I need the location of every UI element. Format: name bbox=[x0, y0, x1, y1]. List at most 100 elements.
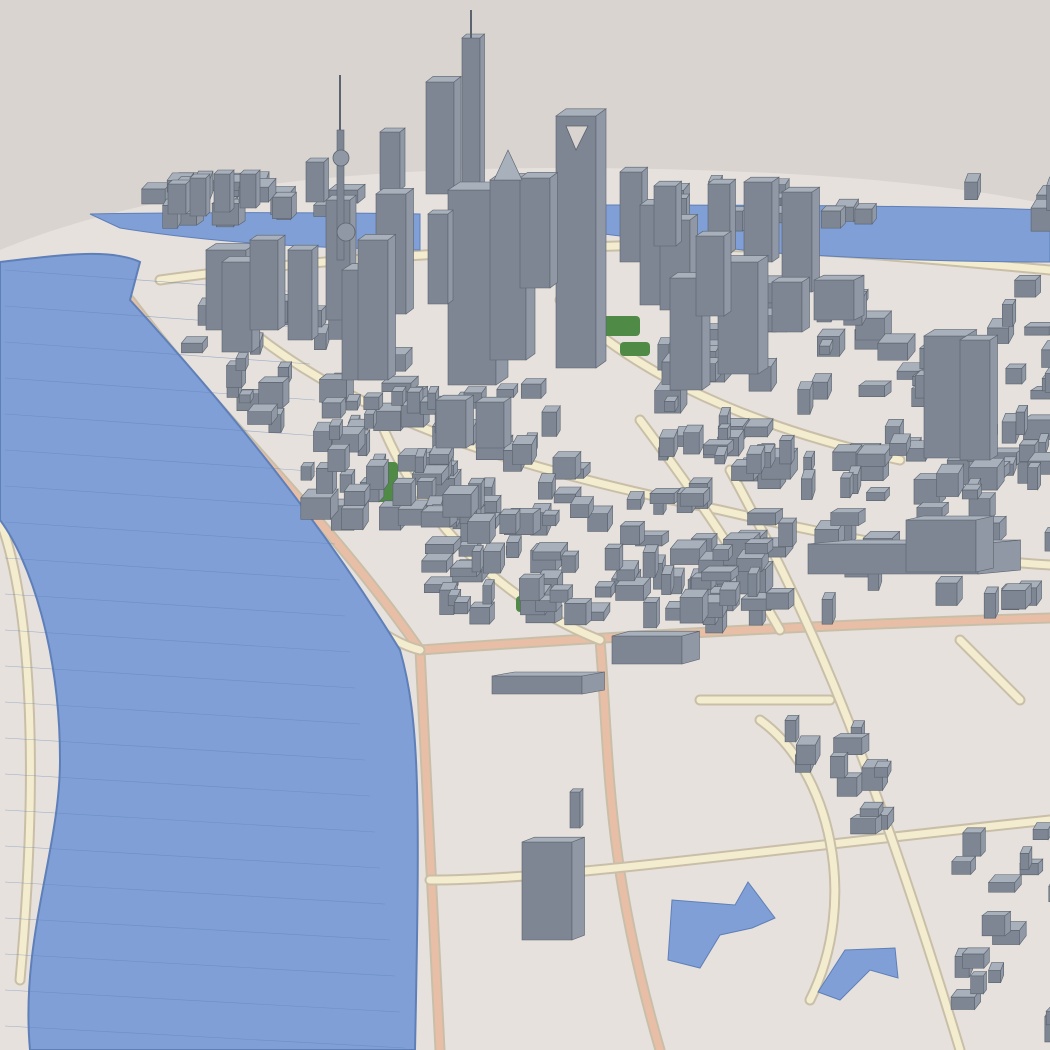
building-face bbox=[512, 444, 533, 465]
building-side bbox=[549, 171, 558, 289]
building-face bbox=[406, 391, 421, 414]
low-rise-block bbox=[1044, 527, 1050, 552]
building-side bbox=[479, 33, 485, 189]
building-face bbox=[542, 514, 557, 527]
low-rise-block bbox=[327, 443, 351, 473]
building-face bbox=[305, 161, 325, 203]
low-rise-block bbox=[744, 538, 774, 555]
building-face bbox=[397, 508, 424, 526]
low-rise-block bbox=[414, 448, 428, 473]
low-rise-block bbox=[658, 429, 679, 457]
building-face bbox=[427, 392, 437, 410]
building-face bbox=[538, 482, 553, 500]
low-rise-block bbox=[682, 424, 704, 455]
tv-tower-lower-sphere bbox=[336, 222, 356, 242]
building-roof bbox=[305, 157, 330, 163]
building-side bbox=[229, 169, 235, 213]
building-face bbox=[181, 342, 203, 354]
building-face bbox=[962, 953, 985, 969]
building-side bbox=[205, 173, 211, 217]
low-rise-block bbox=[246, 403, 278, 426]
building-face bbox=[856, 453, 886, 467]
low-rise-block bbox=[717, 423, 732, 442]
building-face bbox=[988, 882, 1016, 893]
skyscraper bbox=[519, 171, 559, 289]
building-face bbox=[611, 635, 683, 665]
building-face bbox=[247, 411, 272, 425]
low-rise-block bbox=[719, 581, 741, 607]
building-face bbox=[249, 239, 279, 331]
building-face bbox=[653, 504, 664, 515]
low-rise-block bbox=[561, 550, 580, 574]
low-rise-block bbox=[1032, 822, 1050, 841]
building-face bbox=[1032, 829, 1049, 840]
building-face bbox=[471, 551, 481, 573]
low-rise-block bbox=[453, 596, 472, 615]
building-side bbox=[255, 169, 261, 209]
building-face bbox=[343, 491, 366, 506]
skyscraper bbox=[475, 396, 512, 449]
building-face bbox=[679, 493, 705, 507]
low-rise-block bbox=[328, 419, 344, 440]
building-side bbox=[311, 244, 319, 341]
building-face bbox=[1044, 531, 1050, 552]
low-rise-block bbox=[865, 486, 891, 502]
building-face bbox=[854, 208, 873, 225]
building-face bbox=[866, 492, 886, 502]
building-face bbox=[1002, 304, 1014, 327]
building-face bbox=[642, 552, 656, 578]
building-face bbox=[819, 345, 831, 355]
mid-rise-block bbox=[569, 788, 584, 829]
low-rise-block bbox=[604, 543, 624, 571]
low-rise-block bbox=[829, 508, 867, 527]
skyscraper bbox=[357, 233, 397, 381]
low-rise-block bbox=[471, 545, 484, 573]
building-face bbox=[379, 131, 401, 191]
low-rise-block bbox=[619, 520, 646, 546]
building-face bbox=[778, 522, 794, 548]
building-face bbox=[300, 497, 331, 520]
low-rise-block bbox=[795, 735, 821, 765]
mid-rise-block bbox=[905, 515, 994, 573]
low-rise-block bbox=[392, 477, 417, 507]
low-rise-block bbox=[987, 873, 1022, 894]
building-face bbox=[141, 188, 166, 205]
building-face bbox=[213, 173, 231, 213]
low-rise-block bbox=[345, 394, 361, 411]
low-rise-block bbox=[442, 484, 479, 519]
building-face bbox=[679, 597, 703, 624]
low-rise-block bbox=[747, 566, 761, 597]
building-face bbox=[801, 478, 813, 500]
building-face bbox=[701, 571, 732, 582]
low-rise-block bbox=[1019, 846, 1033, 870]
low-rise-block bbox=[961, 483, 983, 500]
building-face bbox=[626, 498, 642, 510]
low-rise-block bbox=[856, 443, 893, 468]
low-rise-block bbox=[877, 332, 916, 362]
low-rise-block bbox=[803, 450, 816, 472]
low-rise-block bbox=[961, 946, 991, 970]
building-face bbox=[442, 494, 472, 518]
low-rise-block bbox=[859, 801, 884, 818]
building-side bbox=[595, 108, 607, 369]
skyscraper bbox=[958, 334, 999, 461]
building-face bbox=[840, 477, 851, 498]
building-side bbox=[801, 276, 810, 333]
building-face bbox=[587, 513, 608, 532]
low-rise-block bbox=[416, 476, 437, 500]
city-model-render bbox=[0, 0, 1050, 1050]
building-face bbox=[665, 607, 682, 621]
building-roof bbox=[643, 597, 661, 603]
building-face bbox=[935, 582, 958, 606]
low-rise-block bbox=[820, 205, 847, 229]
skyscraper bbox=[770, 276, 811, 333]
skyscraper bbox=[379, 127, 406, 191]
building-face bbox=[653, 185, 677, 247]
building-face bbox=[1046, 185, 1050, 211]
building-face bbox=[357, 239, 389, 381]
building-face bbox=[779, 439, 792, 465]
building-face bbox=[661, 574, 672, 595]
building-face bbox=[506, 542, 519, 558]
skyscraper bbox=[434, 394, 475, 449]
building-face bbox=[552, 457, 576, 480]
